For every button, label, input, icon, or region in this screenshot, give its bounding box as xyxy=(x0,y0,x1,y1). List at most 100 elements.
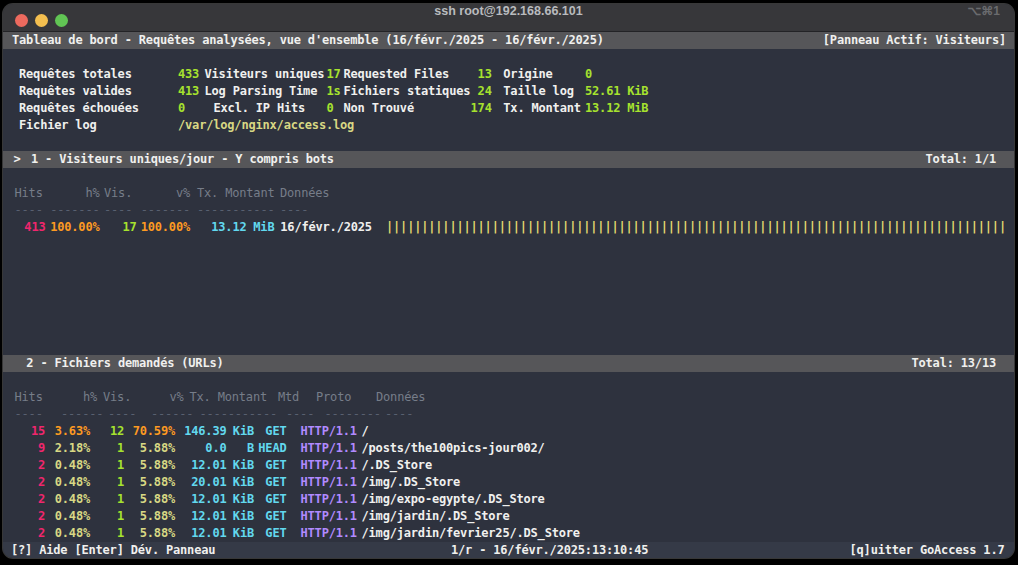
cell-tx-unit: MiB xyxy=(253,219,274,236)
cell-hits: 2 xyxy=(38,525,45,542)
col-header: Hits xyxy=(15,185,43,202)
cell-method: GET xyxy=(265,491,286,508)
stats-row-2: Requêtes valides413Log Parsing Time1sFic… xyxy=(3,83,1014,100)
cell-protocol: HTTP/1.1 xyxy=(301,491,357,508)
stats-row-1: Requêtes totales433Visiteurs uniques17Re… xyxy=(3,66,1014,83)
col-rule: ---- xyxy=(108,406,136,423)
stat-label: Requêtes échouées xyxy=(19,100,139,117)
cell-protocol: HTTP/1.1 xyxy=(301,474,357,491)
window-titlebar: ssh root@192.168.66.101 ⌥⌘1 xyxy=(3,4,1014,32)
cell-tx-amount: 20.01 xyxy=(191,474,226,491)
stat-value: 0 xyxy=(178,100,185,117)
col-rule: ---- xyxy=(385,406,413,423)
col-rule: ------- xyxy=(141,202,190,219)
cell-protocol: HTTP/1.1 xyxy=(301,423,357,440)
cell-url: /img/jardin/.DS_Store xyxy=(362,508,510,525)
stat-value: 24 xyxy=(478,83,492,100)
stat-label: Fichier log xyxy=(19,117,97,134)
stat-value: 174 xyxy=(471,100,492,117)
cell-hits-pct: 2.18% xyxy=(55,440,90,457)
stat-label: Visiteurs uniques xyxy=(205,66,325,83)
cell-date: 16/févr./2025 xyxy=(280,219,372,236)
stat-label: Log Parsing Time xyxy=(205,83,318,100)
cell-tx-amount: 13.12 xyxy=(211,219,246,236)
stats-row-3: Requêtes échouées0Excl. IP Hits0Non Trou… xyxy=(3,100,1014,117)
active-panel-label: [Panneau Actif: Visiteurs] xyxy=(823,32,1006,49)
cell-url: /img/expo-egypte/.DS_Store xyxy=(362,491,545,508)
cell-tx-unit: KiB xyxy=(233,525,254,542)
panel1-col-rules: ------------------------------------- xyxy=(3,202,1014,219)
col-rule: ---- xyxy=(15,202,43,219)
col-header: v% xyxy=(170,389,184,406)
terminal-window: ssh root@192.168.66.101 ⌥⌘1 Tableau de b… xyxy=(3,4,1014,558)
window-title: ssh root@192.168.66.101 xyxy=(3,4,1014,31)
col-rule: ---- xyxy=(280,202,308,219)
help-hint: [?] Aide [Enter] Dév. Panneau xyxy=(11,542,215,558)
stat-label: Excl. IP Hits xyxy=(214,100,306,117)
cell-hits: 413 xyxy=(24,219,45,236)
stat-value: 52.61 KiB xyxy=(585,83,648,100)
terminal-content: Tableau de bord - Requêtes analysées, vu… xyxy=(3,31,1014,558)
col-rule: ------- xyxy=(50,202,99,219)
col-rule: ---- xyxy=(104,202,132,219)
overview-header: Tableau de bord - Requêtes analysées, vu… xyxy=(3,32,1014,49)
stat-value: 17 xyxy=(327,66,341,83)
col-header: Données xyxy=(376,389,425,406)
cell-tx-unit: KiB xyxy=(233,508,254,525)
col-header: Vis. xyxy=(104,185,132,202)
cell-hits-pct: 0.48% xyxy=(55,508,90,525)
cell-visitors-pct: 100.00% xyxy=(141,219,190,236)
quit-hint: [q]uitter GoAccess 1.7 xyxy=(850,542,1005,558)
cell-visitors-pct: 5.88% xyxy=(140,491,175,508)
cell-protocol: HTTP/1.1 xyxy=(301,440,357,457)
cell-method: GET xyxy=(265,474,286,491)
panel2-header: 2 - Fichiers demandés (URLs)Total: 13/13 xyxy=(3,355,1014,372)
cell-tx-unit: KiB xyxy=(233,457,254,474)
table-row: 20.48%15.88%12.01KiBGETHTTP/1.1/img/jard… xyxy=(3,508,1014,525)
cell-tx-unit: KiB xyxy=(233,474,254,491)
cell-hits-pct: 0.48% xyxy=(55,525,90,542)
cell-visitors-pct: 5.88% xyxy=(140,474,175,491)
cell-visitors: 1 xyxy=(117,508,124,525)
cell-url: /img/jardin/fevrier25/.DS_Store xyxy=(362,525,580,542)
bar-chart: ||||||||||||||||||||||||||||||||||||||||… xyxy=(386,219,1006,236)
cell-tx-amount: 12.01 xyxy=(191,508,226,525)
col-header: h% xyxy=(83,389,97,406)
stat-value: 0 xyxy=(585,66,592,83)
stat-label: Requêtes valides xyxy=(19,83,132,100)
cell-visitors: 1 xyxy=(117,474,124,491)
cell-protocol: HTTP/1.1 xyxy=(301,525,357,542)
stat-value: 413 xyxy=(178,83,199,100)
cell-visitors-pct: 5.88% xyxy=(140,457,175,474)
cell-url: /.DS_Store xyxy=(362,457,432,474)
cell-url: /posts/the100pics-jour002/ xyxy=(362,440,545,457)
stat-label: Requêtes totales xyxy=(19,66,132,83)
panel1-data-row: 413100.00%17100.00%13.12MiB16/févr./2025… xyxy=(3,219,1014,236)
cell-hits: 2 xyxy=(38,474,45,491)
cell-protocol: HTTP/1.1 xyxy=(301,457,357,474)
cell-tx-amount: 12.01 xyxy=(191,491,226,508)
panel2-col-rules: ----------------------------------------… xyxy=(3,406,1014,423)
table-row: 20.48%15.88%20.01KiBGETHTTP/1.1/img/.DS_… xyxy=(3,474,1014,491)
stat-label: Fichiers statiques xyxy=(344,83,471,100)
cell-visitors-pct: 5.88% xyxy=(140,440,175,457)
col-header: h% xyxy=(85,185,99,202)
cell-method: GET xyxy=(265,525,286,542)
position-and-datetime: 1/r - 16/févr./2025:13:10:45 xyxy=(451,542,648,558)
cell-visitors: 1 xyxy=(117,440,124,457)
cell-tx-amount: 146.39 xyxy=(184,423,226,440)
cell-protocol: HTTP/1.1 xyxy=(301,508,357,525)
panel2-total: Total: 13/13 xyxy=(911,355,996,372)
col-rule: ---- xyxy=(15,406,43,423)
cell-hits: 2 xyxy=(38,508,45,525)
table-row: 92.18%15.88%0.0BHEADHTTP/1.1/posts/the10… xyxy=(3,440,1014,457)
cell-url: /img/.DS_Store xyxy=(362,474,461,491)
cell-url: / xyxy=(362,423,369,440)
cell-hits-pct: 100.00% xyxy=(50,219,99,236)
table-row: 20.48%15.88%12.01KiBGETHTTP/1.1/img/jard… xyxy=(3,525,1014,542)
overview-title: Tableau de bord - Requêtes analysées, vu… xyxy=(12,32,604,49)
stats-row-4: Fichier log/var/log/nginx/access.log xyxy=(3,117,1014,134)
cell-tx-amount: 12.01 xyxy=(191,525,226,542)
cell-visitors-pct: 5.88% xyxy=(140,508,175,525)
cell-method: HEAD xyxy=(258,440,286,457)
